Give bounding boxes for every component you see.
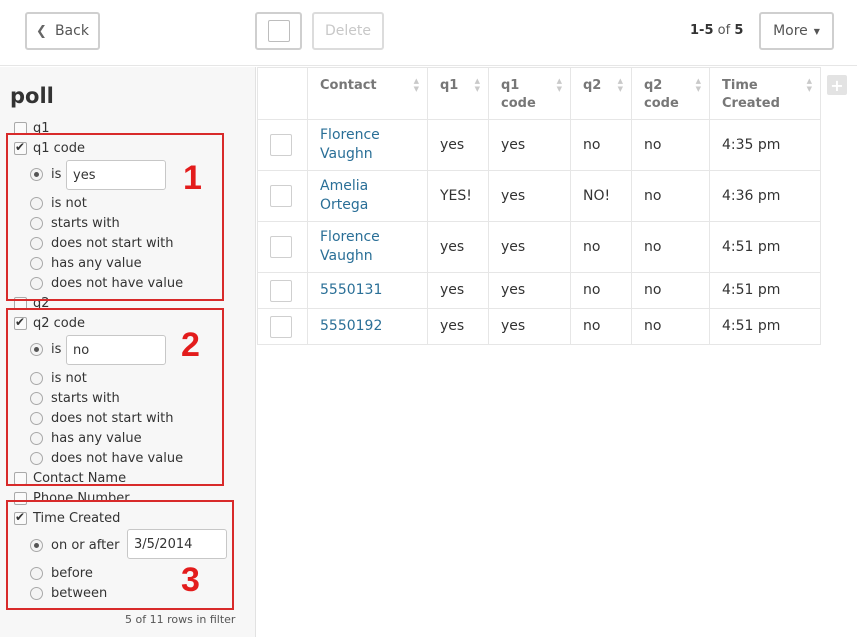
row-checkbox[interactable]	[270, 236, 292, 258]
table-row[interactable]: Amelia Ortega YES! yes NO! no 4:36 pm	[257, 170, 821, 222]
time-cell: 4:51 pm	[709, 221, 821, 273]
contact-name-line2: Ortega	[320, 197, 369, 213]
header-q2-label: q2	[583, 78, 602, 93]
delete-button[interactable]: Delete	[312, 12, 384, 50]
sort-icon: ▲ ▼	[413, 77, 419, 93]
pagination-info: 1-5 of 5	[690, 23, 743, 38]
contact-name-line2: Vaughn	[320, 146, 373, 162]
q1-code-cell: yes	[488, 119, 571, 171]
time-cell: 4:51 pm	[709, 272, 821, 309]
q2-cell: no	[570, 119, 632, 171]
q2-cell: NO!	[570, 170, 632, 222]
poll-title: poll	[10, 84, 54, 108]
pager-range: 1-5	[690, 23, 714, 38]
q2-code-cell: no	[631, 308, 710, 345]
row-checkbox[interactable]	[270, 315, 292, 338]
contact-cell[interactable]: 5550131	[307, 272, 428, 309]
table-row[interactable]: Florence Vaughn yes yes no no 4:51 pm	[257, 221, 821, 273]
caret-down-icon: ▼	[813, 26, 820, 36]
time-cell: 4:51 pm	[709, 308, 821, 345]
sort-icon: ▲ ▼	[617, 77, 623, 93]
q2-code-cell: no	[631, 119, 710, 171]
contact-cell[interactable]: Florence Vaughn	[307, 119, 428, 171]
row-checkbox[interactable]	[270, 134, 292, 156]
contact-name-line1: Florence	[320, 229, 380, 245]
row-select-cell	[257, 170, 308, 222]
rows-in-filter-count: 5 of 11 rows in filter	[125, 613, 236, 626]
more-button-label: More	[773, 23, 808, 39]
q2-cell: no	[570, 272, 632, 309]
row-select-cell	[257, 272, 308, 309]
header-q2[interactable]: q2 ▲ ▼	[570, 67, 632, 120]
q1-cell: yes	[427, 119, 489, 171]
q2-code-cell: no	[631, 272, 710, 309]
chevron-left-icon: ❮	[36, 23, 47, 39]
q2-code-cell: no	[631, 170, 710, 222]
sort-icon: ▲ ▼	[806, 77, 812, 93]
header-contact[interactable]: Contact ▲ ▼	[307, 67, 428, 120]
more-button[interactable]: More ▼	[759, 12, 834, 50]
row-select-cell	[257, 308, 308, 345]
header-q2-code-label-line2: code	[644, 96, 679, 111]
select-all-checkbox[interactable]	[267, 20, 290, 42]
time-cell: 4:35 pm	[709, 119, 821, 171]
contact-name-line1: Amelia	[320, 178, 369, 194]
pager-total: 5	[734, 23, 744, 38]
q1-code-cell: yes	[488, 272, 571, 309]
contact-name-line2: Vaughn	[320, 248, 373, 264]
q1-cell: yes	[427, 272, 489, 309]
row-checkbox[interactable]	[270, 185, 292, 207]
back-button-label: Back	[54, 23, 89, 39]
header-time-created[interactable]: Time Created ▲ ▼	[709, 67, 821, 120]
contact-cell[interactable]: 5550192	[307, 308, 428, 345]
annotation-number-1: 1	[183, 159, 202, 197]
row-select-cell	[257, 221, 308, 273]
q1-cell: YES!	[427, 170, 489, 222]
annotation-number-3: 3	[181, 561, 200, 599]
header-q1-label: q1	[440, 78, 459, 93]
sort-icon: ▲ ▼	[474, 77, 480, 93]
header-q1-code[interactable]: q1 code ▲ ▼	[488, 67, 571, 120]
row-select-cell	[257, 119, 308, 171]
row-checkbox[interactable]	[270, 279, 292, 302]
header-q1[interactable]: q1 ▲ ▼	[427, 67, 489, 120]
header-q1-code-label-line1: q1	[501, 78, 520, 93]
table-row[interactable]: Florence Vaughn yes yes no no 4:35 pm	[257, 119, 821, 171]
header-select	[257, 67, 308, 120]
header-q1-code-label-line2: code	[501, 96, 536, 111]
q1-code-cell: yes	[488, 221, 571, 273]
q1-cell: yes	[427, 221, 489, 273]
q1-cell: yes	[427, 308, 489, 345]
contact-cell[interactable]: Florence Vaughn	[307, 221, 428, 273]
q1-code-cell: yes	[488, 308, 571, 345]
pager-of: of	[717, 23, 731, 38]
q1-code-cell: yes	[488, 170, 571, 222]
q2-cell: no	[570, 221, 632, 273]
contact-cell[interactable]: Amelia Ortega	[307, 170, 428, 222]
header-time-label-line2: Created	[722, 96, 780, 111]
filter-sidebar: poll q1 q1 code is is not starts with do…	[0, 67, 256, 637]
plus-icon: +	[830, 75, 844, 95]
results-table: Contact ▲▼ q1 ▲▼ q1 code ▲▼ q2 ▲▼ q2	[257, 67, 821, 345]
results-table-area: Contact ▲▼ q1 ▲▼ q1 code ▲▼ q2 ▲▼ q2	[257, 67, 857, 637]
contact-name-line1: Florence	[320, 127, 380, 143]
q2-code-cell: no	[631, 221, 710, 273]
header-q2-code[interactable]: q2 code ▲ ▼	[631, 67, 710, 120]
header-contact-label: Contact	[320, 78, 377, 93]
header-time-label-line1: Time	[722, 78, 758, 93]
time-cell: 4:36 pm	[709, 170, 821, 222]
add-column-button[interactable]: +	[827, 75, 847, 95]
annotation-number-2: 2	[181, 326, 200, 364]
table-row[interactable]: 5550131 yes yes no no 4:51 pm	[257, 272, 821, 309]
back-button[interactable]: ❮ Back	[25, 12, 100, 50]
sort-icon: ▲ ▼	[556, 77, 562, 93]
table-row[interactable]: 5550192 yes yes no no 4:51 pm	[257, 308, 821, 345]
select-all-checkbox-button[interactable]	[255, 12, 302, 50]
table-header-row: Contact ▲▼ q1 ▲▼ q1 code ▲▼ q2 ▲▼ q2	[257, 67, 821, 120]
q2-cell: no	[570, 308, 632, 345]
delete-button-label: Delete	[325, 23, 371, 39]
header-q2-code-label-line1: q2	[644, 78, 663, 93]
sort-icon: ▲ ▼	[695, 77, 701, 93]
top-toolbar: ❮ Back Delete 1-5 of 5 More ▼	[0, 0, 857, 66]
